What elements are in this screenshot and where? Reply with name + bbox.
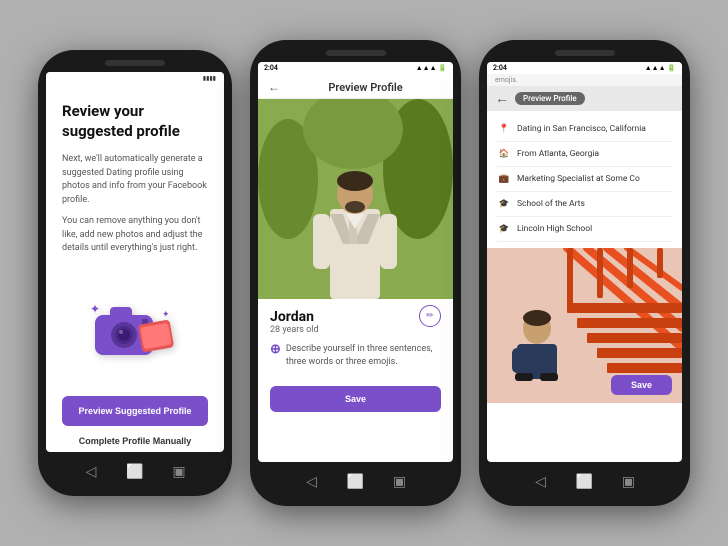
list-item: 🎓 School of the Arts [497, 192, 672, 217]
describe-row: ⊕ Describe yourself in three sentences, … [270, 343, 441, 368]
phone-1: ▮▮▮▮ Review your suggested profile Next,… [38, 50, 232, 496]
battery-icon: ▮▮▮▮ [203, 75, 216, 82]
phone3-bottom-photo: Save [487, 248, 682, 403]
phone2-profile-photo [258, 99, 453, 299]
phone2-profile-info: Jordan 28 years old ✏ ⊕ Describe yoursel… [258, 299, 453, 386]
phone3-info-list: 📍 Dating in San Francisco, California 🏠 … [487, 111, 682, 248]
phone3-home-nav[interactable]: ⬜ [577, 474, 593, 490]
phone3-back-nav[interactable]: ◁ [533, 474, 549, 490]
phone2-nav-bar: ◁ ⬜ ▣ [304, 468, 408, 496]
list-item: 📍 Dating in San Francisco, California [497, 117, 672, 142]
work-icon: 💼 [497, 172, 511, 186]
svg-text:✦: ✦ [162, 310, 170, 320]
work-text: Marketing Specialist at Some Co [517, 174, 640, 184]
phone2-header: ← Preview Profile [258, 74, 453, 99]
phone1-body2: You can remove anything you don't like, … [62, 215, 208, 256]
phone-1-screen: ▮▮▮▮ Review your suggested profile Next,… [46, 72, 224, 452]
phone-3: 2:04 ▲▲▲ 🔋 emojis. ← Preview Profile 📍 D… [479, 40, 690, 506]
phone3-save-button[interactable]: Save [611, 375, 672, 395]
emojis-label: emojis. [487, 74, 682, 86]
edit-button[interactable]: ✏ [419, 305, 441, 327]
phone1-nav-bar: ◁ ⬜ ▣ [83, 458, 187, 486]
home-icon: 🏠 [497, 147, 511, 161]
phone2-back-button[interactable]: ← [268, 80, 280, 94]
phone2-header-label: Preview Profile [288, 81, 443, 94]
describe-placeholder-text: Describe yourself in three sentences, th… [286, 343, 441, 368]
phone3-header: ← Preview Profile [487, 86, 682, 111]
phone3-header-badge: Preview Profile [515, 92, 585, 105]
title-text: Review your suggested profile [62, 102, 180, 140]
camera-illustration: ✦ ✦ [90, 297, 180, 362]
profile-age: 28 years old [270, 325, 319, 335]
phone1-body1: Next, we'll automatically generate a sug… [62, 153, 208, 207]
svg-text:✦: ✦ [90, 302, 100, 316]
phone3-signal: ▲▲▲ 🔋 [645, 64, 676, 72]
phone1-content: Review your suggested profile Next, we'l… [46, 82, 224, 452]
phone-2: 2:04 ▲▲▲ 🔋 ← Preview Profile [250, 40, 461, 506]
list-item: 🎓 Lincoln High School [497, 217, 672, 242]
profile-person-svg [258, 99, 453, 299]
school-2-text: Lincoln High School [517, 224, 592, 234]
phone2-save-button[interactable]: Save [270, 386, 441, 412]
phone3-time: 2:04 [493, 64, 507, 72]
phone3-nav-bar: ◁ ⬜ ▣ [533, 468, 637, 496]
dating-location-text: Dating in San Francisco, California [517, 124, 646, 134]
phone-3-screen: 2:04 ▲▲▲ 🔋 emojis. ← Preview Profile 📍 D… [487, 62, 682, 462]
phone2-signal: ▲▲▲ 🔋 [416, 64, 447, 72]
back-nav-icon[interactable]: ◁ [83, 464, 99, 480]
profile-name: Jordan [270, 309, 319, 325]
phone-2-screen: 2:04 ▲▲▲ 🔋 ← Preview Profile [258, 62, 453, 462]
preview-profile-button[interactable]: Preview Suggested Profile [62, 396, 208, 426]
education-icon-1: 🎓 [497, 197, 511, 211]
phone2-status-bar: 2:04 ▲▲▲ 🔋 [258, 62, 453, 74]
school-1-text: School of the Arts [517, 199, 585, 209]
home-nav-icon[interactable]: ⬜ [127, 464, 143, 480]
phone2-recent-nav[interactable]: ▣ [392, 474, 408, 490]
phone2-back-nav[interactable]: ◁ [304, 474, 320, 490]
complete-manually-button[interactable]: Complete Profile Manually [62, 436, 208, 446]
location-icon: 📍 [497, 122, 511, 136]
phone3-back-button[interactable]: ← [495, 90, 509, 107]
phone1-title: Review your suggested profile [62, 102, 208, 141]
list-item: 🏠 From Atlanta, Georgia [497, 142, 672, 167]
phone2-time: 2:04 [264, 64, 278, 72]
add-description-icon[interactable]: ⊕ [270, 343, 281, 356]
illustration-area: ✦ ✦ [62, 280, 208, 381]
recent-nav-icon[interactable]: ▣ [171, 464, 187, 480]
edit-icon: ✏ [426, 311, 434, 321]
phone3-status-bar: 2:04 ▲▲▲ 🔋 [487, 62, 682, 74]
phone2-home-nav[interactable]: ⬜ [348, 474, 364, 490]
list-item: 💼 Marketing Specialist at Some Co [497, 167, 672, 192]
hometown-text: From Atlanta, Georgia [517, 149, 599, 159]
phone3-recent-nav[interactable]: ▣ [621, 474, 637, 490]
education-icon-2: 🎓 [497, 222, 511, 236]
